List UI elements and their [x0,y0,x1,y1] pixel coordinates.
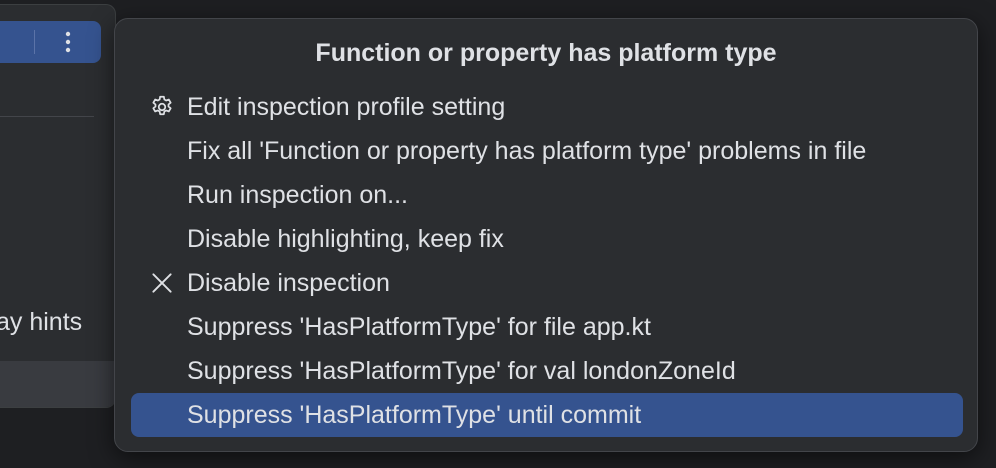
menu-item-label: Suppress 'HasPlatformType' for file app.… [187,312,651,341]
menu-item-disable-highlighting[interactable]: Disable highlighting, keep fix [131,217,963,261]
action-bar [0,21,101,63]
vertical-ellipsis-icon [65,31,71,53]
panel-footer [0,361,115,407]
menu-item-label: Suppress 'HasPlatformType' until commit [187,400,642,429]
menu-item-label: Disable inspection [187,268,390,297]
background-panel: ay hints [0,4,116,408]
menu-item-suppress-file[interactable]: Suppress 'HasPlatformType' for file app.… [131,305,963,349]
gear-icon [149,94,175,120]
menu-item-label: Disable highlighting, keep fix [187,224,504,253]
menu-item-label: Run inspection on... [187,180,408,209]
menu-item-run-inspection[interactable]: Run inspection on... [131,173,963,217]
menu-item-label: Suppress 'HasPlatformType' for val londo… [187,356,736,385]
action-separator [34,30,35,54]
menu-item-suppress-val[interactable]: Suppress 'HasPlatformType' for val londo… [131,349,963,393]
popup-title: Function or property has platform type [315,39,777,67]
more-actions-button[interactable] [40,25,96,59]
menu-item-edit-inspection-profile[interactable]: Edit inspection profile setting [131,85,963,129]
close-icon [149,270,175,296]
menu-item-suppress-until-commit[interactable]: Suppress 'HasPlatformType' until commit [131,393,963,437]
inlay-hints-label[interactable]: ay hints [0,308,82,337]
menu-item-label: Edit inspection profile setting [187,92,506,121]
menu-item-fix-all[interactable]: Fix all 'Function or property has platfo… [131,129,963,173]
menu-item-label: Fix all 'Function or property has platfo… [187,136,867,165]
menu-item-disable-inspection[interactable]: Disable inspection [131,261,963,305]
popup-menu: Edit inspection profile setting Fix all … [131,85,963,437]
panel-divider [0,116,94,117]
intention-popup: Function or property has platform type E… [114,18,978,452]
